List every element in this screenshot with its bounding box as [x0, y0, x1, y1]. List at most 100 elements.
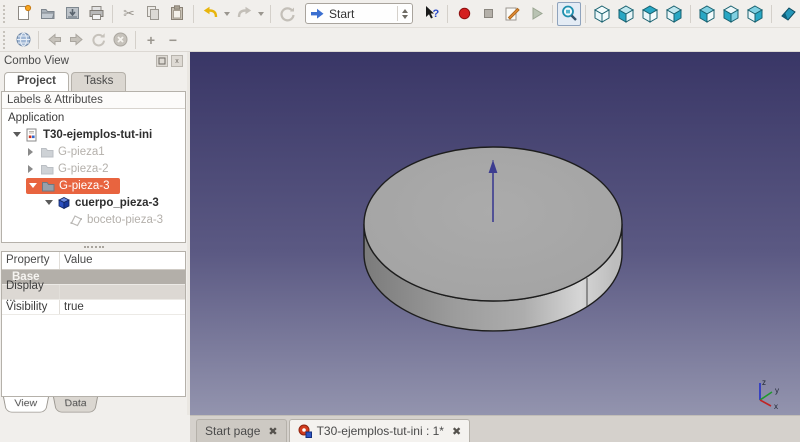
tree-item-g-pieza-3[interactable]: G-pieza-3 [2, 177, 185, 194]
view-axonometric-button[interactable] [590, 2, 614, 26]
web-forward-button[interactable] [65, 30, 87, 50]
close-tab-icon[interactable]: ✖ [452, 425, 461, 438]
axis-cross-widget: z y x [748, 377, 786, 409]
minus-icon: − [169, 32, 177, 48]
separator [38, 31, 39, 49]
copy-button[interactable] [141, 2, 165, 26]
paste-button[interactable] [165, 2, 189, 26]
right-view-icon [664, 4, 684, 24]
redo-button[interactable] [232, 2, 256, 26]
macro-edit-button[interactable] [500, 2, 524, 26]
view-bottom-button[interactable] [719, 2, 743, 26]
undo-dropdown[interactable] [224, 12, 230, 16]
play-macro-icon [527, 4, 546, 23]
value-column-header[interactable]: Value [60, 252, 97, 269]
view-top-button[interactable] [638, 2, 662, 26]
undo-icon [201, 4, 220, 23]
tab-view[interactable]: View [3, 397, 49, 413]
workbench-selected-label: Start [325, 7, 397, 21]
property-row-display[interactable]: Display ... [2, 285, 185, 300]
bottom-view-icon [721, 4, 741, 24]
globe-icon [15, 31, 32, 48]
workbench-spinner[interactable] [397, 6, 408, 21]
tree-item-application[interactable]: Application [2, 109, 185, 126]
toolbar-drag-handle[interactable] [3, 31, 9, 49]
web-reload-button[interactable] [87, 30, 109, 50]
whats-this-button[interactable]: ? [419, 2, 443, 26]
close-panel-icon[interactable]: x [171, 55, 183, 67]
toolbar-drag-handle[interactable] [3, 5, 9, 23]
new-file-button[interactable] [12, 2, 36, 26]
record-icon [455, 4, 474, 23]
tree-item-document[interactable]: T30-ejemplos-tut-ini [2, 126, 185, 143]
tab-data[interactable]: Data [53, 397, 98, 413]
print-icon [87, 4, 106, 23]
cut-button[interactable]: ✂ [117, 2, 141, 26]
stop-macro-icon [479, 4, 498, 23]
z-axis-label: z [762, 378, 766, 387]
view-front-button[interactable] [614, 2, 638, 26]
reload-icon [90, 31, 107, 48]
property-editor: Property Value Base Display ... Visibili… [1, 251, 186, 397]
web-toolbar: + − [0, 28, 800, 52]
macro-record-button[interactable] [452, 2, 476, 26]
separator [690, 5, 691, 23]
measure-button[interactable] [776, 2, 800, 26]
forward-arrow-icon [68, 31, 85, 48]
open-file-button[interactable] [36, 2, 60, 26]
left-view-icon [745, 4, 765, 24]
print-button[interactable] [84, 2, 108, 26]
expander-icon[interactable] [29, 183, 37, 188]
back-arrow-icon [46, 31, 63, 48]
view-right-button[interactable] [662, 2, 686, 26]
tree-item-cuerpo-pieza-3[interactable]: cuerpo_pieza-3 [2, 194, 185, 211]
rear-view-icon [697, 4, 717, 24]
web-home-button[interactable] [12, 30, 34, 50]
expander-icon[interactable] [13, 132, 21, 137]
separator [552, 5, 553, 23]
measure-icon [779, 4, 798, 23]
tab-tasks[interactable]: Tasks [71, 72, 126, 91]
refresh-button[interactable] [275, 2, 299, 26]
view-rear-button[interactable] [695, 2, 719, 26]
property-column-header[interactable]: Property [2, 252, 60, 269]
expander-icon[interactable] [45, 200, 53, 205]
float-panel-icon[interactable] [156, 55, 168, 67]
separator [771, 5, 772, 23]
expander-icon[interactable] [28, 165, 35, 173]
web-back-button[interactable] [43, 30, 65, 50]
3d-viewport[interactable]: z y x [190, 52, 800, 415]
tree-item-boceto-pieza-3[interactable]: boceto-pieza-3 [2, 211, 185, 228]
tab-document-t30[interactable]: T30-ejemplos-tut-ini : 1* ✖ [289, 419, 471, 442]
zoom-in-button[interactable]: + [140, 30, 162, 50]
zoom-out-button[interactable]: − [162, 30, 184, 50]
web-stop-button[interactable] [109, 30, 131, 50]
fit-all-button[interactable] [557, 2, 581, 26]
fit-all-icon [560, 4, 579, 23]
close-tab-icon[interactable]: ✖ [268, 425, 277, 438]
macro-play-button[interactable] [524, 2, 548, 26]
redo-dropdown[interactable] [258, 12, 264, 16]
macro-stop-button[interactable] [476, 2, 500, 26]
freecad-doc-icon [298, 424, 312, 438]
3d-scene [190, 52, 800, 415]
save-button[interactable] [60, 2, 84, 26]
property-row-visibility[interactable]: Visibility true [2, 300, 185, 315]
workbench-selector[interactable]: Start [305, 3, 413, 24]
tree-item-g-pieza-2[interactable]: G-pieza-2 [2, 160, 185, 177]
separator [193, 5, 194, 23]
front-view-icon [616, 4, 636, 24]
combo-view-panel: Combo View x Project Tasks Labels & Attr… [0, 52, 187, 415]
separator [135, 31, 136, 49]
undo-button[interactable] [198, 2, 222, 26]
tree-item-g-pieza1[interactable]: G-pieza1 [2, 143, 185, 160]
tab-project[interactable]: Project [4, 72, 69, 91]
plus-icon: + [147, 32, 155, 48]
view-left-button[interactable] [743, 2, 767, 26]
tab-start-page[interactable]: Start page ✖ [196, 419, 287, 442]
x-axis-label: x [774, 402, 778, 409]
cut-icon: ✂ [123, 5, 135, 22]
model-tree: Labels & Attributes Application T30-ejem… [1, 91, 186, 243]
panel-splitter[interactable] [0, 243, 187, 251]
expander-icon[interactable] [28, 148, 35, 156]
